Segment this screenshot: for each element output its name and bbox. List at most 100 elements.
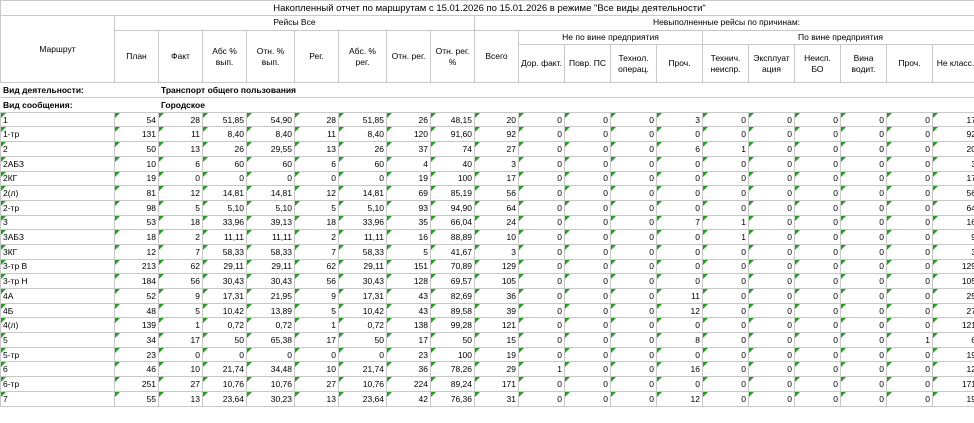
rel-reg-header: Отн. рег. [386,29,431,84]
cell-rel-reg: 224 [386,376,431,392]
cell-fault-bo: 0 [794,185,841,201]
cell-not-class: 12 [932,361,974,378]
cell-other2: 0 [886,361,933,378]
cell-abs-reg-pct: 51,85 [338,111,387,128]
cell-damage-ps: 0 [564,390,611,407]
cell-reg: 5 [294,199,339,216]
cell-rel-pct: 54,90 [246,111,295,128]
table-row: 2КГ1900000191001700000000017 [0,170,974,187]
activity-value: Транспорт общего пользования [158,82,974,99]
table-row: 4(л) 139 1 0,72 0,72 1 0,72 138 99,28 121 0 0 0 0 0 0 0 0… [0,317,974,334]
cell-total: 15 [474,332,519,348]
cell-rel-pct: 39,13 [246,214,295,231]
cell-driver-fault: 0 [840,346,887,363]
cell-tech-oper: 0 [610,302,657,319]
cell-driver-fault: 0 [840,361,887,378]
cell-rel-reg-pct: 66,04 [430,214,475,231]
cell-fact: 11 [158,126,203,143]
cell-tech-oper: 0 [610,258,657,275]
cell-abs-reg-pct: 17,31 [338,288,387,304]
cell-abs-pct: 33,96 [202,214,247,231]
cell-abs-pct: 10,42 [202,302,247,319]
cell-abs-pct: 5,10 [202,199,247,216]
cell-abs-reg-pct: 29,11 [338,258,387,275]
cell-tech-oper: 0 [610,185,657,201]
activity-row: Вид деятельности: Транспорт общего польз… [0,82,974,99]
cell-fault-bo: 0 [794,170,841,187]
cell-tech-oper: 0 [610,332,657,348]
cell-damage-ps: 0 [564,155,611,172]
abs-pct-header: Абс % вып. [202,29,247,84]
table-row: 3-тр В 213 62 29,11 29,11 62 29,11 151 70,89 129 0… [0,258,974,275]
cell-rel-reg-pct: 74 [430,141,475,157]
cell-damage-ps: 0 [564,170,611,187]
cell-fault-bo: 0 [794,229,841,245]
rel-pct-header: Отн. % вып. [246,29,295,84]
cell-rel-reg: 5 [386,243,431,260]
cell-rel-reg: 69 [386,185,431,201]
cell-plan: 53 [114,214,159,231]
cell-exploitation: 0 [748,361,795,378]
cell-driver-fault: 0 [840,229,887,245]
cell-fault-bo: 0 [794,273,841,289]
cell-other2: 0 [886,376,933,392]
cell-tech-fault: 0 [702,155,749,172]
table-row: 3-тр Н 184 56 30,43 30,43 56 30,43 128 69,57 105 0… [0,273,974,289]
cell-driver-fault: 0 [840,185,887,201]
fact-header: Факт [158,29,203,84]
cell-plan: 10 [114,155,159,172]
cell-other1: 11 [656,288,703,304]
cell-rel-pct: 5,10 [246,199,295,216]
cell-total: 19 [474,346,519,363]
cell-damage-ps: 0 [564,243,611,260]
cell-rel-pct: 60 [246,155,295,172]
cell-damage-ps: 0 [564,258,611,275]
cell-exploitation: 0 [748,141,795,157]
cell-plan: 98 [114,199,159,216]
cell-rel-reg: 23 [386,346,431,363]
cell-driver-fault: 0 [840,126,887,143]
cell-other2: 0 [886,126,933,143]
table-row: 1-тр 131 11 8,40 8,40 11 8,40 120 91,60 92 0 0 0 0 0 0 0… [0,126,974,143]
cell-other2: 0 [886,185,933,201]
cell-tech-oper: 0 [610,390,657,407]
cell-total: 39 [474,302,519,319]
service-row: Вид сообщения: Городское [0,97,974,113]
cell-rel-pct: 34,48 [246,361,295,378]
cell-tech-oper: 0 [610,141,657,157]
cell-rel-reg: 93 [386,199,431,216]
cell-tech-oper: 0 [610,170,657,187]
cell-rel-reg-pct: 85,19 [430,185,475,201]
cell-road-fact: 0 [518,243,565,260]
cell-rel-reg: 128 [386,273,431,289]
cell-rel-reg-pct: 48,15 [430,111,475,128]
cell-tech-oper: 0 [610,376,657,392]
reg-header: Рег. [294,29,339,84]
cell-damage-ps: 0 [564,273,611,289]
cell-other1: 7 [656,214,703,231]
cell-other2: 1 [886,332,933,348]
cell-rel-reg: 43 [386,288,431,304]
table-row: 6 46 10 21,74 34,48 10 21,74 36 78,26 29 1 0 0 16 0 0 0 0… [0,361,974,378]
cell-route: 4(л) [0,317,115,334]
other2-header: Проч. [886,44,933,84]
cell-driver-fault: 0 [840,258,887,275]
cell-plan: 251 [114,376,159,392]
cell-not-class: 105 [932,273,974,289]
abs-reg-pct-header: Абс. % рег. [338,29,387,84]
cell-tech-oper: 0 [610,361,657,378]
cell-driver-fault: 0 [840,332,887,348]
cell-fact: 28 [158,111,203,128]
cell-route: 1-тр [0,126,115,143]
cell-other1: 0 [656,243,703,260]
cell-abs-reg-pct: 26 [338,141,387,157]
cell-fault-bo: 0 [794,317,841,334]
cell-not-class: 92 [932,126,974,143]
cell-road-fact: 0 [518,111,565,128]
cell-fault-bo: 0 [794,243,841,260]
cell-road-fact: 0 [518,302,565,319]
table-row: 4А 52 9 17,31 21,95 9 17,31 43 82,69 36 0 0 0 11 0 0 0 0 0… [0,288,974,304]
cell-route: 7 [0,390,115,407]
cell-tech-fault: 0 [702,185,749,201]
cell-plan: 81 [114,185,159,201]
